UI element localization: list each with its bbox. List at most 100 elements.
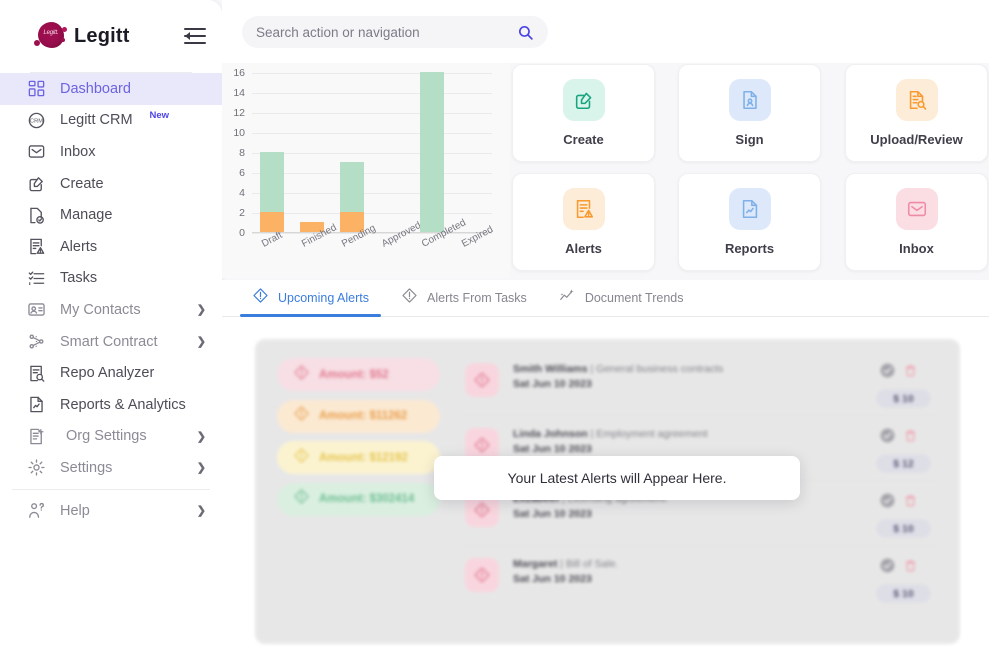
alert-item-actions: $ 10 [876,493,938,538]
chart-y-tick-label: 8 [239,147,245,159]
sidebar-item-inbox[interactable]: Inbox [0,136,222,168]
crm-circle-icon: CRM [26,110,46,130]
alerts-empty-tooltip: Your Latest Alerts will Appear Here. [434,456,800,500]
action-card-create[interactable]: Create [512,64,655,162]
brand-logo[interactable]: Legitt [34,21,130,51]
chart-gridline [252,133,492,134]
amount-pill[interactable]: Amount: $52 [277,358,440,391]
action-card-label: Upload/Review [870,132,962,147]
amount-pill-label: Amount: $11262 [319,410,407,422]
alert-diamond-icon [293,364,310,386]
alert-diamond-icon [293,447,310,469]
sidebar-item-my-contacts[interactable]: My Contacts❯ [0,294,222,326]
check-circle-icon[interactable] [880,428,895,448]
sidebar-item-alerts[interactable]: Alerts [0,231,222,263]
chart-gridline [252,213,492,214]
amount-pill[interactable]: Amount: $11262 [277,400,440,433]
alert-item-actions: $ 10 [876,558,938,603]
sidebar-item-label: Legitt CRM [60,112,133,128]
hamburger-collapse-icon[interactable] [184,27,206,45]
check-circle-icon[interactable] [880,363,895,383]
chart-gridline [252,93,492,94]
action-card-alerts[interactable]: Alerts [512,173,655,271]
sidebar-item-settings[interactable]: Settings❯ [0,452,222,484]
org-settings-doc-plus-icon [26,426,46,446]
sidebar-item-label: Repo Analyzer [60,365,154,381]
chart-bar: Expired [460,72,485,232]
sidebar-item-manage[interactable]: Manage [0,199,222,231]
sidebar-item-reports-analytics[interactable]: Reports & Analytics [0,389,222,421]
repo-analyzer-search-doc-icon [26,363,46,383]
sidebar-item-tasks[interactable]: Tasks [0,263,222,295]
sidebar-item-label: Org Settings [66,428,147,444]
alert-item-text: Linda Johnson | Employment agreementSat … [513,428,708,455]
chart-gridline [252,173,492,174]
sidebar-item-legitt-crm[interactable]: CRMLegitt CRMNew [0,105,222,137]
check-circle-icon[interactable] [880,493,895,513]
documents-status-chart: 0246810121416DraftFinishedPendingApprove… [222,63,510,278]
alert-item-date: Sat Jun 10 2023 [513,443,708,455]
alert-item-date: Sat Jun 10 2023 [513,378,723,390]
chart-plot-area: 0246810121416DraftFinishedPendingApprove… [252,73,492,233]
chevron-right-icon[interactable]: ❯ [197,461,206,474]
upload-review-doc-icon [896,79,938,121]
tab-alerts-from-tasks[interactable]: Alerts From Tasks [385,280,543,317]
alert-list-item[interactable]: Margaret | Bill of Sale.Sat Jun 10 2023 [465,548,945,612]
trash-icon[interactable] [904,493,917,513]
chart-x-tick-label: Expired [460,224,495,250]
tab-label: Alerts From Tasks [427,291,527,305]
action-card-inbox[interactable]: Inbox [845,173,988,271]
divider [12,489,210,490]
chart-y-tick-label: 14 [233,87,245,99]
alerts-doc-warning-icon [563,188,605,230]
sidebar-item-label: Smart Contract [60,334,158,350]
tasks-checklist-icon [26,268,46,288]
brand-wordmark: Legitt [74,25,130,48]
sidebar-item-dashboard[interactable]: Dashboard [0,73,222,105]
create-pencil-square-icon [563,79,605,121]
alert-item-price: $ 10 [876,389,931,408]
check-circle-icon[interactable] [880,558,895,578]
chevron-right-icon[interactable]: ❯ [197,430,206,443]
tab-document-trends[interactable]: Document Trends [543,280,700,317]
sidebar-item-smart-contract[interactable]: Smart Contract ❯ [0,326,222,358]
alert-diamond-icon [465,558,499,592]
trash-icon[interactable] [904,363,917,383]
chart-y-tick-label: 0 [239,227,245,239]
sidebar-item-help[interactable]: Help❯ [0,495,222,527]
action-card-reports[interactable]: Reports [678,173,821,271]
reports-chart-doc-icon [26,395,46,415]
alerts-tabs: Upcoming Alerts Alerts From Tasks Document… [222,280,1000,317]
alert-item-title: Smith Williams | General business contra… [513,363,723,375]
sidebar-item-repo-analyzer[interactable]: Repo Analyzer [0,357,222,389]
chart-y-tick-label: 2 [239,207,245,219]
tab-label: Document Trends [585,291,684,305]
sidebar-item-label: Alerts [60,239,97,255]
action-card-upload-review[interactable]: Upload/Review [845,64,988,162]
amount-pill[interactable]: Amount: $302414 [277,483,440,516]
alert-item-text: Smith Williams | General business contra… [513,363,723,390]
chart-x-tick-label: Approved [380,220,423,250]
search-bar[interactable] [242,16,548,48]
tab-upcoming-alerts[interactable]: Upcoming Alerts [236,280,385,317]
alert-item-price: $ 12 [876,454,931,473]
amount-pill[interactable]: Amount: $12192 [277,441,440,474]
chevron-right-icon[interactable]: ❯ [197,504,206,517]
trash-icon[interactable] [904,558,917,578]
alert-diamond-icon [293,488,310,510]
sidebar-item-org-settings[interactable]: Org Settings ❯ [0,421,222,453]
sidebar-item-label: Create [60,176,104,192]
inbox-envelope-icon [26,142,46,162]
sidebar-item-label: Tasks [60,270,97,286]
chevron-right-icon[interactable]: ❯ [197,303,206,316]
search-input[interactable] [256,25,517,40]
chevron-right-icon[interactable]: ❯ [197,335,206,348]
alert-list-item[interactable]: Smith Williams | General business contra… [465,353,945,417]
chart-y-tick-label: 10 [233,127,245,139]
trash-icon[interactable] [904,428,917,448]
chart-bar: Draft [260,72,285,232]
brand-header: Legitt [0,0,222,72]
search-icon[interactable] [517,24,534,41]
action-card-sign[interactable]: Sign [678,64,821,162]
sidebar-item-create[interactable]: Create [0,168,222,200]
